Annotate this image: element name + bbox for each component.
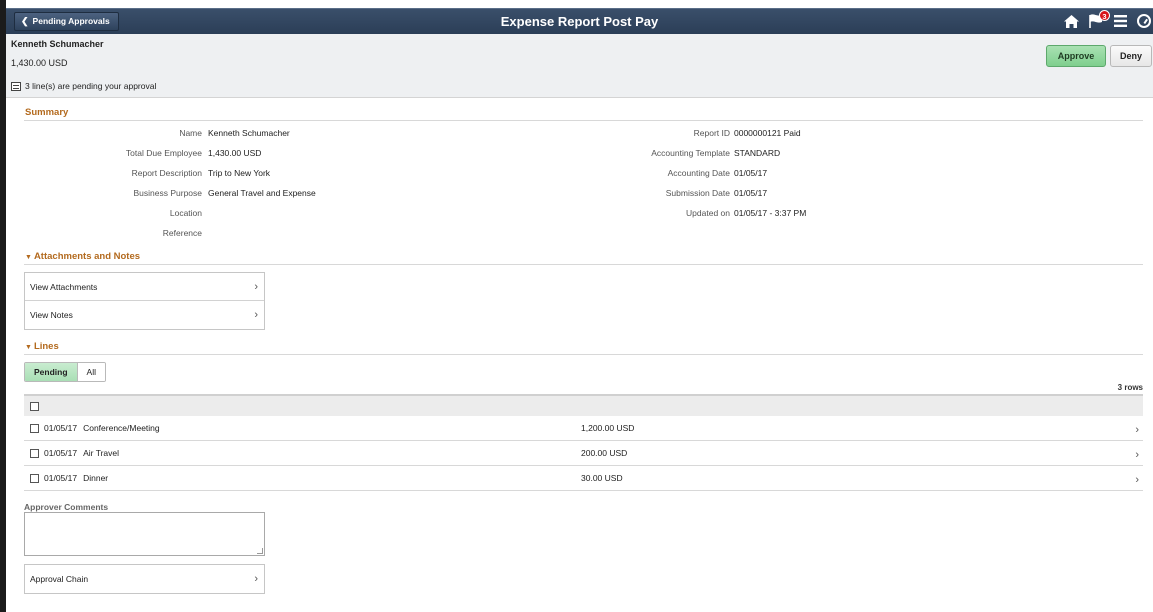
approval-chain-link[interactable]: Approval Chain › [25, 565, 264, 593]
field-label-description: Report Description [131, 168, 202, 178]
row-checkbox[interactable] [30, 473, 39, 483]
navbar-icon[interactable] [1137, 14, 1151, 30]
pending-lines-text: 3 line(s) are pending your approval [25, 81, 157, 91]
chevron-right-icon: › [254, 280, 258, 293]
summary-title: Summary [25, 107, 69, 118]
chevron-left-icon: ❮ [21, 16, 29, 26]
banner-actions: 3 [1064, 9, 1151, 35]
line-amount: 30.00 USD [581, 473, 623, 483]
menu-icon[interactable] [1114, 15, 1127, 29]
attachments-list: View Attachments › View Notes › [24, 272, 265, 330]
view-attachments-link[interactable]: View Attachments › [25, 273, 264, 301]
lines-section-toggle[interactable]: ▼ Lines [25, 341, 59, 352]
field-label-submission-date: Submission Date [665, 188, 730, 198]
lines-title: Lines [33, 341, 59, 352]
table-row[interactable]: 01/05/17 Dinner 30.00 USD › [24, 466, 1143, 491]
attachments-divider [24, 264, 1143, 265]
pending-lines-indicator: 3 line(s) are pending your approval [11, 81, 156, 91]
notification-badge: 3 [1099, 10, 1110, 21]
field-label-report-id: Report ID [693, 128, 730, 138]
approve-button[interactable]: Approve [1046, 45, 1106, 67]
approval-chain-box: Approval Chain › [24, 564, 265, 594]
approval-chain-label: Approval Chain [30, 574, 89, 584]
line-date: 01/05/17 [44, 448, 78, 458]
list-icon [11, 81, 21, 91]
field-label-updated-on: Updated on [686, 208, 730, 218]
row-checkbox[interactable] [30, 448, 39, 458]
line-type: Conference/Meeting [83, 423, 160, 433]
line-type: Dinner [83, 473, 109, 483]
row-count: 3 rows [1117, 383, 1143, 392]
back-button-label: Pending Approvals [32, 16, 110, 26]
page-title: Expense Report Post Pay [500, 14, 659, 29]
approver-comments-label: Approver Comments [24, 502, 109, 512]
report-header: Kenneth Schumacher 1,430.00 USD 3 line(s… [6, 34, 1153, 98]
report-amount: 1,430.00 USD [11, 58, 68, 68]
field-label-location: Location [169, 208, 202, 218]
field-value-total-due: 1,430.00 USD [208, 148, 262, 158]
field-value-accounting-date: 01/05/17 [734, 168, 768, 178]
select-all-checkbox[interactable] [30, 401, 39, 411]
row-checkbox[interactable] [30, 423, 39, 433]
deny-button[interactable]: Deny [1110, 45, 1152, 67]
chevron-right-icon: › [254, 309, 258, 321]
field-label-business-purpose: Business Purpose [133, 188, 202, 198]
field-value-accounting-template: STANDARD [734, 148, 781, 158]
line-type: Air Travel [83, 448, 119, 458]
field-value-report-id: 0000000121 Paid [734, 128, 801, 138]
field-label-total-due: Total Due Employee [125, 148, 202, 158]
field-value-business-purpose: General Travel and Expense [208, 188, 316, 198]
field-value-submission-date: 01/05/17 [734, 188, 768, 198]
home-icon[interactable] [1064, 14, 1079, 30]
view-notes-link[interactable]: View Notes › [25, 301, 264, 329]
line-date: 01/05/17 [44, 473, 78, 483]
caret-down-icon: ▼ [25, 344, 32, 351]
line-date: 01/05/17 [44, 423, 78, 433]
top-banner: ❮ Pending Approvals Expense Report Post … [6, 8, 1153, 34]
attachments-section-toggle[interactable]: ▼ Attachments and Notes [25, 251, 140, 262]
back-button[interactable]: ❮ Pending Approvals [14, 12, 119, 31]
line-amount: 1,200.00 USD [581, 423, 635, 433]
caret-down-icon: ▼ [25, 254, 32, 261]
attachments-title: Attachments and Notes [33, 251, 141, 262]
field-label-reference: Reference [162, 228, 202, 238]
view-notes-label: View Notes [30, 310, 73, 320]
lines-divider [24, 354, 1143, 355]
tab-all[interactable]: All [77, 363, 105, 381]
approver-comments-input[interactable] [24, 512, 265, 556]
tab-pending[interactable]: Pending [25, 363, 78, 381]
field-label-accounting-date: Accounting Date [667, 168, 730, 178]
lines-filter: Pending All [24, 362, 106, 382]
view-attachments-label: View Attachments [30, 281, 98, 292]
lines-grid: 01/05/17 Conference/Meeting 1,200.00 USD… [24, 394, 1143, 491]
grid-header [24, 394, 1143, 416]
chevron-right-icon: › [1135, 449, 1139, 461]
chevron-right-icon: › [254, 573, 258, 585]
chevron-right-icon: › [1135, 474, 1139, 486]
flag-icon[interactable]: 3 [1089, 10, 1110, 30]
line-amount: 200.00 USD [581, 448, 628, 458]
field-label-name: Name [179, 128, 202, 138]
field-value-updated-on: 01/05/17 - 3:37 PM [734, 208, 807, 218]
table-row[interactable]: 01/05/17 Air Travel 200.00 USD › [24, 441, 1143, 466]
table-row[interactable]: 01/05/17 Conference/Meeting 1,200.00 USD… [24, 416, 1143, 441]
employee-name: Kenneth Schumacher [11, 39, 104, 49]
chevron-right-icon: › [1135, 424, 1139, 436]
summary-divider [24, 120, 1143, 121]
field-label-accounting-template: Accounting Template [651, 148, 730, 158]
field-value-description: Trip to New York [208, 168, 271, 178]
field-value-name: Kenneth Schumacher [208, 128, 290, 138]
